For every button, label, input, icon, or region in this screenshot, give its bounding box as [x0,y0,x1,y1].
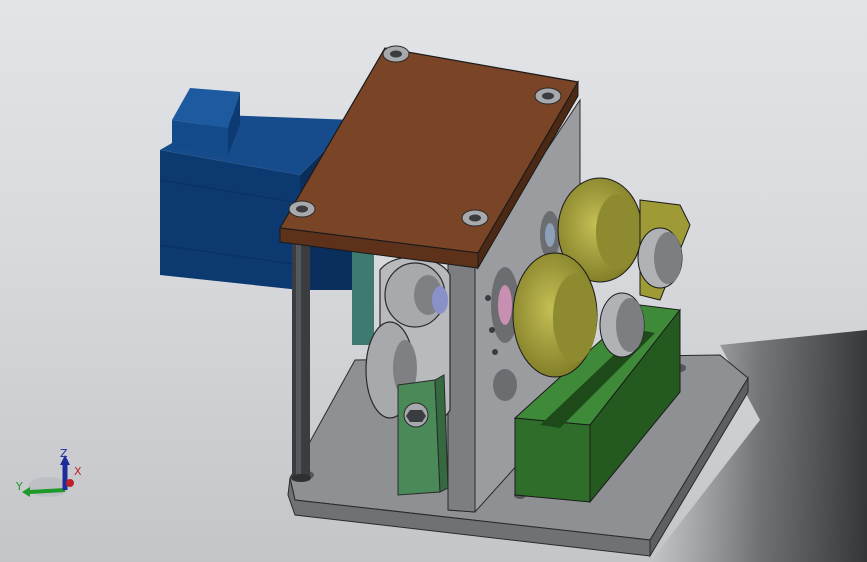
y-axis-arrow [29,488,66,494]
lower-roller-face [553,274,597,362]
upper-roller-face [596,194,640,270]
y-axis-label: Y [15,480,23,493]
screw-hole [485,295,491,301]
orientation-triad: Z X Y [15,447,82,497]
model-scene[interactable] [0,0,867,562]
support-rod [291,238,311,482]
triad-base-disc [28,477,68,497]
bearing-housing [493,369,517,401]
frame-edge [447,257,476,513]
screw-hole [492,349,498,355]
pulley-bracket [352,250,374,345]
cad-viewport[interactable]: Z X Y [0,0,867,562]
bearing-inner [545,223,555,247]
tensioner-bracket[interactable] [397,374,449,496]
y-axis-arrowhead [22,487,30,497]
x-axis-label: X [74,465,82,478]
screw-hole [489,327,495,333]
tensioner-front [397,379,441,496]
x-axis-arrow [66,479,74,487]
hex-socket [406,410,426,422]
upper-knob-face [654,232,682,284]
guide-block-front [514,417,591,503]
pulley-collar [432,286,448,314]
z-axis-label: Z [60,447,68,460]
bearing-inner [498,285,512,325]
lower-knob-face [616,298,644,352]
